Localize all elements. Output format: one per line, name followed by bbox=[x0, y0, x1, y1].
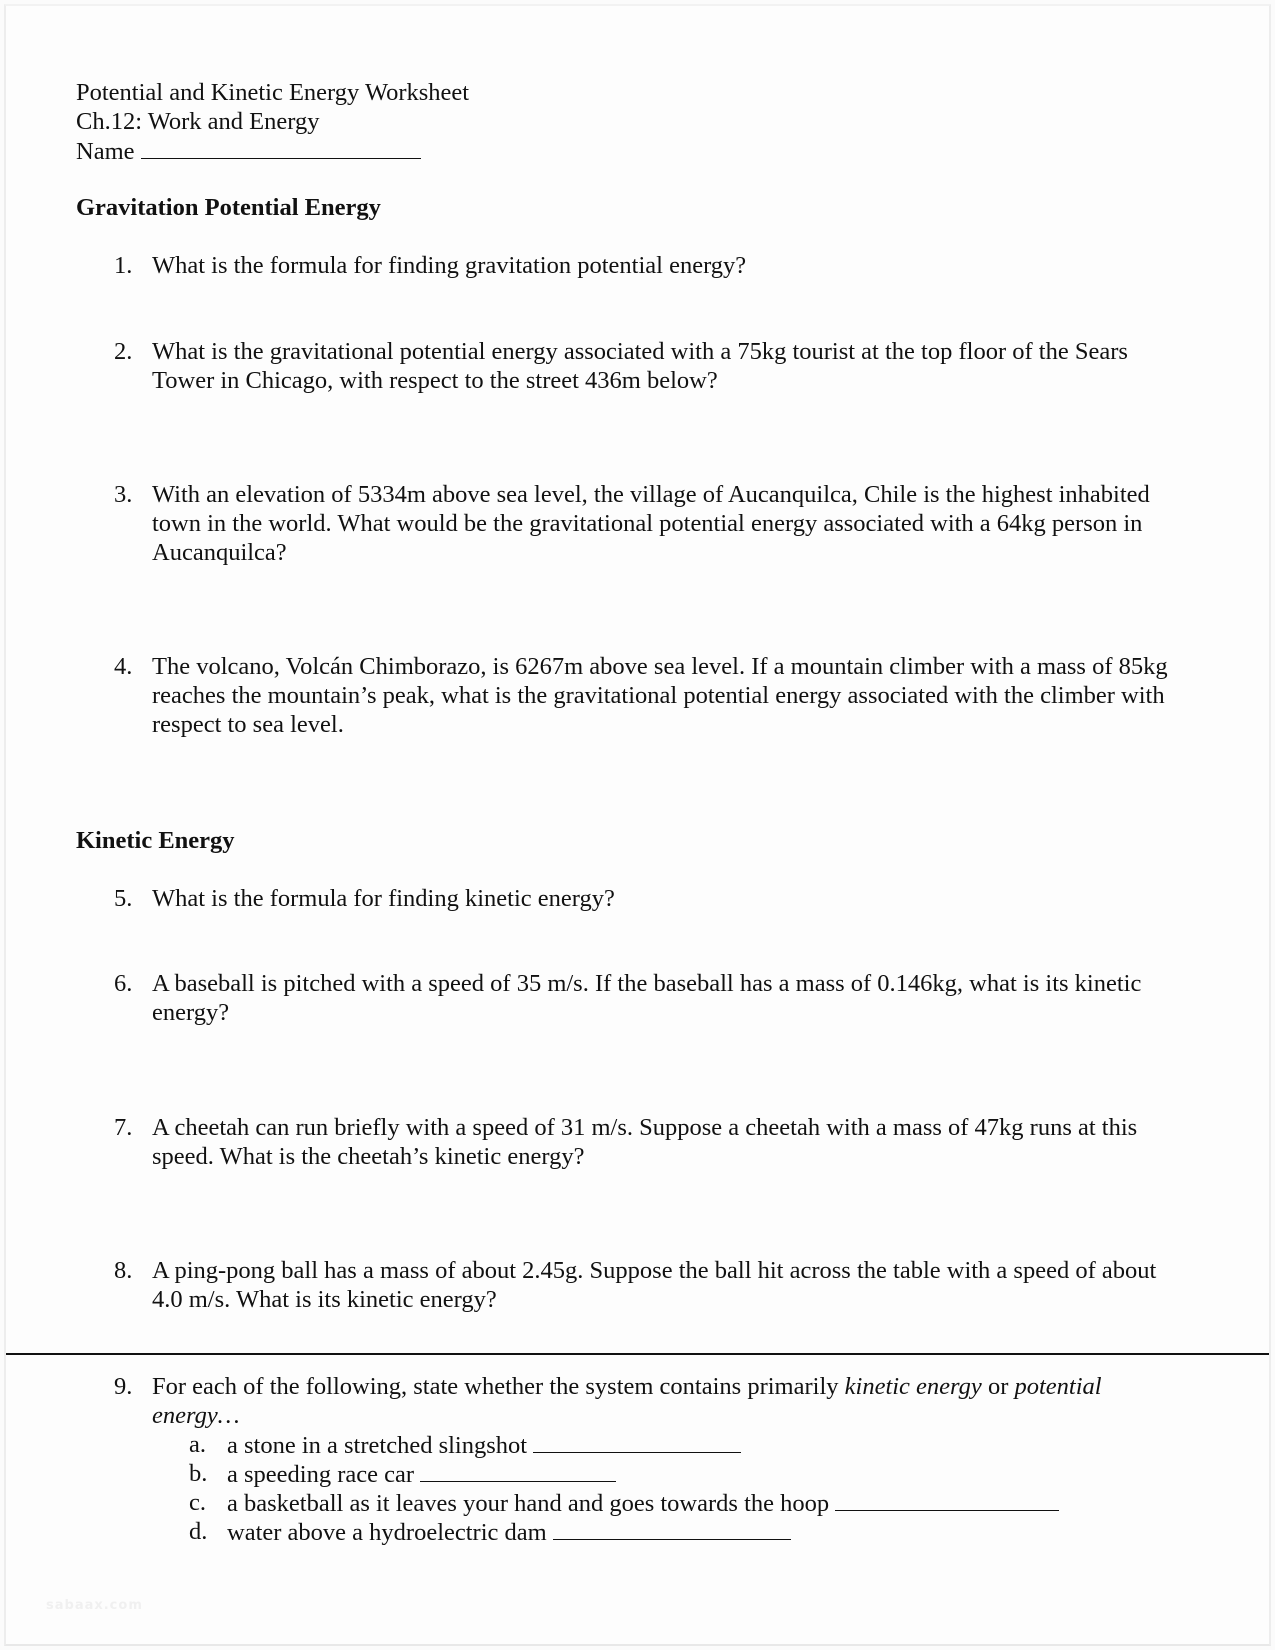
question-7-text: A cheetah can run briefly with a speed o… bbox=[152, 1113, 1212, 1171]
answer-blank-c[interactable] bbox=[835, 1488, 1060, 1511]
question-2-text: What is the gravitational potential ener… bbox=[152, 337, 1212, 395]
question-line: With an elevation of 5334m above sea lev… bbox=[152, 481, 1150, 508]
question-line: speed. What is the cheetah’s kinetic ene… bbox=[152, 1143, 585, 1170]
question-line: A ping-pong ball has a mass of about 2.4… bbox=[152, 1257, 1157, 1284]
section-heading-kinetic: Kinetic Energy bbox=[76, 827, 235, 854]
question-number: 4. bbox=[114, 653, 133, 680]
answer-blank-d[interactable] bbox=[552, 1517, 791, 1540]
sub-item-b: a speeding race car bbox=[227, 1459, 617, 1489]
question-number: 7. bbox=[114, 1114, 133, 1141]
question-number: 1. bbox=[114, 252, 133, 279]
question-line: Aucanquilca? bbox=[152, 539, 287, 566]
horizontal-divider bbox=[6, 1353, 1269, 1355]
sub-item-d: water above a hydroelectric dam bbox=[227, 1517, 791, 1547]
question-number: 3. bbox=[114, 481, 133, 508]
question-line: 4.0 m/s. What is its kinetic energy? bbox=[152, 1286, 497, 1313]
watermark: sabaax.com bbox=[46, 1598, 143, 1613]
question-line: Tower in Chicago, with respect to the st… bbox=[152, 367, 718, 394]
question-3-text: With an elevation of 5334m above sea lev… bbox=[152, 480, 1212, 567]
potential-term: potential bbox=[1014, 1373, 1102, 1400]
question-line: A baseball is pitched with a speed of 35… bbox=[152, 970, 1142, 997]
question-line: What is the formula for finding kinetic … bbox=[152, 885, 615, 912]
question-number: 8. bbox=[114, 1257, 133, 1284]
question-line: What is the gravitational potential ener… bbox=[152, 338, 1128, 365]
sub-item-c: a basketball as it leaves your hand and … bbox=[227, 1488, 1060, 1518]
name-field-row: Name bbox=[76, 136, 421, 166]
question-5-text: What is the formula for finding kinetic … bbox=[152, 884, 1212, 913]
question-6-text: A baseball is pitched with a speed of 35… bbox=[152, 969, 1212, 1027]
question-line: respect to sea level. bbox=[152, 711, 344, 738]
question-number: 9. bbox=[114, 1373, 133, 1400]
sub-item-a: a stone in a stretched slingshot bbox=[227, 1430, 742, 1460]
question-line: energy? bbox=[152, 999, 230, 1026]
question-1-text: What is the formula for finding gravitat… bbox=[152, 251, 1212, 280]
sub-item-letter: d. bbox=[189, 1518, 208, 1545]
question-number: 6. bbox=[114, 970, 133, 997]
question-line: A cheetah can run briefly with a speed o… bbox=[152, 1114, 1138, 1141]
sub-item-letter: b. bbox=[189, 1460, 208, 1487]
question-line: reaches the mountain’s peak, what is the… bbox=[152, 682, 1165, 709]
question-line: energy… bbox=[152, 1402, 240, 1429]
section-heading-gravitational: Gravitation Potential Energy bbox=[76, 194, 381, 221]
question-line: For each of the following, state whether… bbox=[152, 1373, 1102, 1400]
question-4-text: The volcano, Volcán Chimborazo, is 6267m… bbox=[152, 652, 1212, 739]
kinetic-energy-term: kinetic energy bbox=[844, 1373, 982, 1400]
answer-blank-a[interactable] bbox=[533, 1430, 742, 1453]
sub-item-letter: a. bbox=[189, 1431, 206, 1458]
name-blank-line[interactable] bbox=[140, 136, 421, 159]
question-line: town in the world. What would be the gra… bbox=[152, 510, 1143, 537]
question-line: What is the formula for finding gravitat… bbox=[152, 252, 747, 279]
worksheet-title: Potential and Kinetic Energy Worksheet bbox=[76, 79, 470, 106]
question-8-text: A ping-pong ball has a mass of about 2.4… bbox=[152, 1256, 1212, 1314]
question-9-text: For each of the following, state whether… bbox=[152, 1372, 1212, 1430]
worksheet-page: Potential and Kinetic Energy Worksheet C… bbox=[4, 4, 1271, 1646]
name-label: Name bbox=[76, 138, 135, 165]
answer-blank-b[interactable] bbox=[420, 1459, 617, 1482]
chapter-label: Ch.12: Work and Energy bbox=[76, 108, 320, 135]
question-line: The volcano, Volcán Chimborazo, is 6267m… bbox=[152, 653, 1168, 680]
question-number: 5. bbox=[114, 885, 133, 912]
question-number: 2. bbox=[114, 338, 133, 365]
sub-item-letter: c. bbox=[189, 1489, 206, 1516]
